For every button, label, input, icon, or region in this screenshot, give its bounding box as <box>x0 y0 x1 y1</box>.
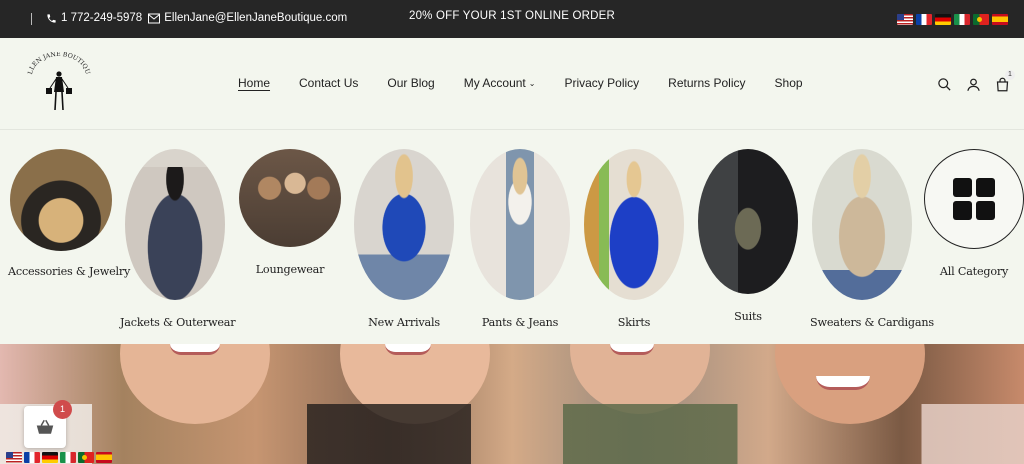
mail-icon <box>148 13 161 23</box>
de-flag-icon[interactable] <box>42 452 58 463</box>
category-new-arrivals[interactable]: New Arrivals <box>352 149 456 329</box>
contact-info: 1 772-249-5978 EllenJane@EllenJaneBoutiq… <box>46 12 347 24</box>
main-nav: Home Contact Us Our Blog My Account ⌄ Pri… <box>238 76 832 90</box>
category-image <box>470 149 570 300</box>
de-flag-icon[interactable] <box>935 14 951 25</box>
es-flag-icon[interactable] <box>96 452 112 463</box>
nav-contact-us[interactable]: Contact Us <box>299 76 358 90</box>
it-flag-icon[interactable] <box>60 452 76 463</box>
hero-smile <box>816 376 870 390</box>
pt-flag-icon[interactable] <box>78 452 94 463</box>
category-label: Sweaters & Cardigans <box>810 316 934 329</box>
it-flag-icon[interactable] <box>954 14 970 25</box>
basket-icon <box>36 419 54 434</box>
category-accessories-jewelry[interactable]: Accessories & Jewelry <box>8 149 131 278</box>
hero-smile <box>385 344 431 355</box>
category-jackets-outerwear[interactable]: Jackets & Outerwear <box>120 149 236 329</box>
category-pants-jeans[interactable]: Pants & Jeans <box>468 149 572 329</box>
category-label: Loungewear <box>255 263 325 276</box>
category-label: Pants & Jeans <box>481 316 559 329</box>
nav-shop[interactable]: Shop <box>775 76 803 90</box>
hero-clothing <box>0 404 1024 464</box>
nav-our-blog[interactable]: Our Blog <box>387 76 434 90</box>
nav-returns-policy[interactable]: Returns Policy <box>668 76 745 90</box>
category-label: Accessories & Jewelry <box>8 265 131 278</box>
hero-smile <box>170 344 220 355</box>
us-flag-icon[interactable] <box>897 14 913 25</box>
category-carousel: Accessories & Jewelry Jackets & Outerwea… <box>0 131 1024 344</box>
user-icon[interactable] <box>966 77 981 92</box>
category-skirts[interactable]: Skirts <box>582 149 686 329</box>
top-bar: 1 772-249-5978 EllenJane@EllenJaneBoutiq… <box>0 0 1024 38</box>
nav-my-account[interactable]: My Account ⌄ <box>464 76 536 90</box>
category-label: Suits <box>734 310 762 323</box>
floating-cart-count-badge: 1 <box>53 400 72 419</box>
category-image <box>239 149 341 247</box>
logo[interactable]: ELLEN JANE BOUTIQUE <box>24 47 92 114</box>
header-icons: 1 <box>937 70 1015 92</box>
grid-icon <box>953 178 995 220</box>
category-image <box>584 149 684 300</box>
phone-icon <box>47 13 56 23</box>
category-image <box>812 149 912 300</box>
fr-flag-icon[interactable] <box>916 14 932 25</box>
divider <box>31 13 32 25</box>
category-image <box>125 149 225 300</box>
category-loungewear[interactable]: Loungewear <box>238 149 342 276</box>
category-all[interactable]: All Category <box>922 149 1024 278</box>
category-image <box>354 149 454 300</box>
pt-flag-icon[interactable] <box>973 14 989 25</box>
category-sweaters-cardigans[interactable]: Sweaters & Cardigans <box>810 149 934 329</box>
category-image <box>698 149 798 294</box>
category-label: All Category <box>939 265 1009 278</box>
cart-icon[interactable]: 1 <box>995 70 1015 92</box>
category-label: New Arrivals <box>368 316 440 329</box>
fr-flag-icon[interactable] <box>24 452 40 463</box>
category-image <box>924 149 1024 249</box>
chevron-down-icon: ⌄ <box>528 79 536 88</box>
es-flag-icon[interactable] <box>992 14 1008 25</box>
cart-count-badge: 1 <box>1005 70 1015 80</box>
search-icon[interactable] <box>937 77 952 92</box>
category-image <box>10 149 112 251</box>
category-label: Skirts <box>617 316 651 329</box>
language-flags <box>897 14 1008 25</box>
site-header: ELLEN JANE BOUTIQUE Home Contact Us Our … <box>0 38 1024 130</box>
hero-smile <box>610 344 654 355</box>
language-flags-bottom <box>6 452 112 463</box>
email-address[interactable]: EllenJane@EllenJaneBoutique.com <box>164 12 347 24</box>
phone-number[interactable]: 1 772-249-5978 <box>61 12 142 24</box>
nav-privacy-policy[interactable]: Privacy Policy <box>564 76 639 90</box>
nav-home[interactable]: Home <box>238 76 270 90</box>
us-flag-icon[interactable] <box>6 452 22 463</box>
category-label: Jackets & Outerwear <box>120 316 236 329</box>
hero-banner <box>0 344 1024 464</box>
nav-my-account-label: My Account <box>463 76 526 90</box>
category-suits[interactable]: Suits <box>696 149 800 323</box>
